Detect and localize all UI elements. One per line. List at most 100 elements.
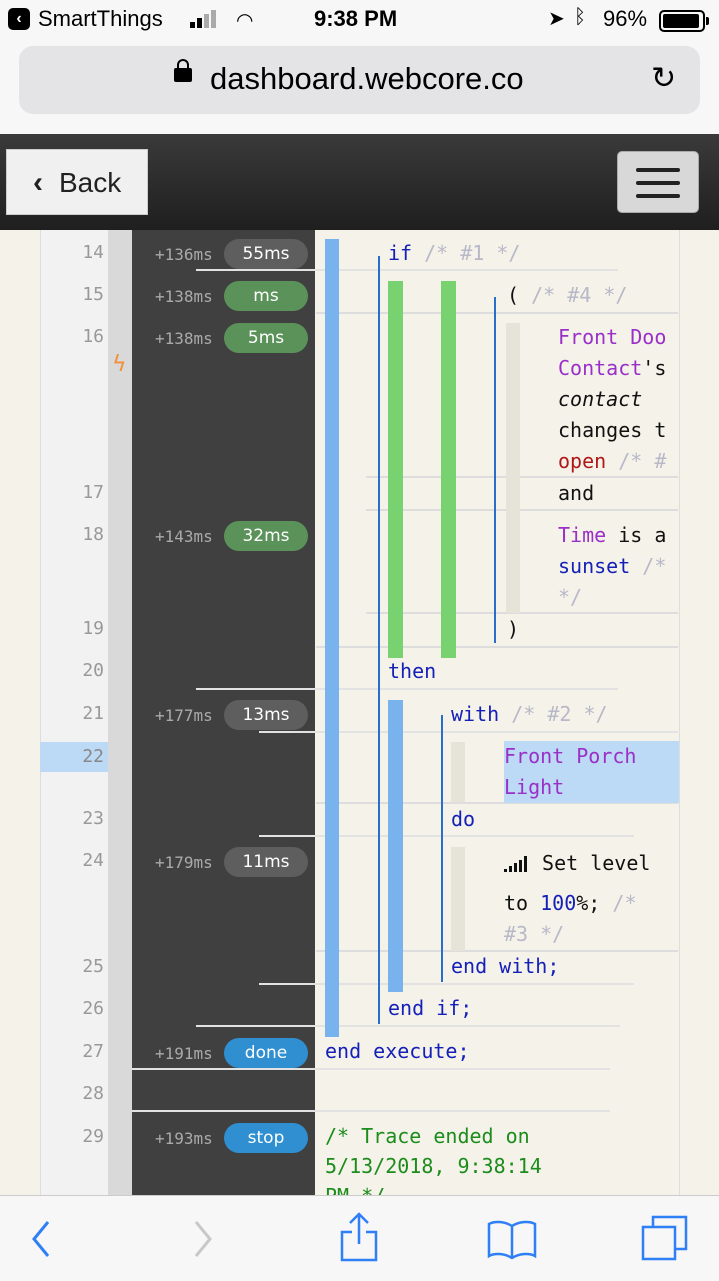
location-arrow-icon: ➤ xyxy=(548,8,565,30)
timestamp: +193ms xyxy=(155,1129,213,1148)
execution-bar xyxy=(388,700,403,992)
code-line-24: Set level xyxy=(504,848,650,879)
duration-badge: 32ms xyxy=(224,521,308,551)
line-number: 27 xyxy=(82,1041,104,1062)
line-number: 26 xyxy=(82,998,104,1019)
line-number-active: 22 xyxy=(40,742,108,772)
return-app-name[interactable]: SmartThings xyxy=(38,6,163,32)
code-line-18: Time is a xyxy=(558,523,667,547)
duration-badge: 13ms xyxy=(224,700,308,730)
status-bar: ‹ SmartThings ◠ 9:38 PM ➤ ᛒ 96% xyxy=(0,0,719,40)
code-line-23: do xyxy=(451,807,476,831)
status-badge-stop: stop xyxy=(224,1123,308,1153)
code-line-19: ) xyxy=(507,617,520,641)
code-line-15: ( /* #4 */ xyxy=(507,283,628,307)
line-number: 18 xyxy=(82,524,104,545)
divider xyxy=(259,835,634,837)
line-number: 23 xyxy=(82,808,104,829)
divider xyxy=(259,731,678,733)
battery-percent: 96% xyxy=(603,6,648,31)
code-line-26: end if; xyxy=(388,996,473,1020)
divider xyxy=(316,312,678,314)
back-arrow-icon[interactable] xyxy=(28,1218,54,1260)
app-nav-bar: ‹ Back xyxy=(0,134,719,230)
line-number: 25 xyxy=(82,956,104,977)
back-button-label: Back xyxy=(59,167,122,198)
divider xyxy=(132,1110,610,1112)
clock: 9:38 PM xyxy=(314,6,398,31)
forward-arrow-icon[interactable] xyxy=(190,1218,216,1260)
line-number: 14 xyxy=(82,242,104,263)
line-number: 21 xyxy=(82,703,104,724)
line-number: 16 xyxy=(82,326,104,347)
code-line-20: then xyxy=(388,659,437,683)
line-number: 20 xyxy=(82,660,104,681)
action-block xyxy=(451,847,465,951)
timestamp: +191ms xyxy=(155,1044,213,1063)
code-line-17: and xyxy=(558,481,595,505)
lock-icon xyxy=(174,59,192,82)
wifi-icon: ◠ xyxy=(236,10,254,32)
nesting-line xyxy=(441,715,443,982)
back-to-app-icon[interactable]: ‹ xyxy=(8,8,30,30)
divider xyxy=(366,509,678,511)
chevron-left-icon: ‹ xyxy=(33,166,43,199)
address-bar[interactable]: dashboard.webcore.co ↻ xyxy=(19,46,700,114)
code-line-18c: */ xyxy=(558,585,583,609)
bluetooth-icon: ᛒ xyxy=(574,6,586,28)
code-line-14: if /* #1 */ xyxy=(388,241,521,265)
nesting-line xyxy=(378,256,380,1024)
code-line-21: with /* #2 */ xyxy=(451,702,608,726)
code-line-27: end execute; xyxy=(325,1039,470,1063)
share-icon[interactable] xyxy=(338,1210,380,1262)
browser-toolbar xyxy=(0,1195,719,1281)
code-line-22[interactable]: Front Porch xyxy=(504,741,679,772)
divider xyxy=(259,983,634,985)
divider xyxy=(196,1025,620,1027)
code-line-18b: sunset /* xyxy=(558,554,667,578)
reload-icon[interactable]: ↻ xyxy=(651,64,676,94)
set-level-icon xyxy=(504,854,530,872)
code-line-22b[interactable]: Light xyxy=(504,772,679,803)
duration-badge: 55ms xyxy=(224,239,308,269)
trace-view[interactable]: ϟ 14 15 16 17 18 19 20 21 22 23 24 25 26… xyxy=(0,230,719,1195)
hamburger-icon xyxy=(636,168,680,172)
timestamp: +136ms xyxy=(155,245,213,264)
back-button[interactable]: ‹ Back xyxy=(6,149,148,215)
lightning-icon: ϟ xyxy=(112,352,127,377)
divider xyxy=(366,612,678,614)
divider xyxy=(316,646,678,648)
execution-bar xyxy=(325,239,339,1037)
divider xyxy=(196,269,618,271)
url-text[interactable]: dashboard.webcore.co xyxy=(210,61,524,97)
browser-address-area: dashboard.webcore.co ↻ xyxy=(0,40,719,135)
timestamp: +143ms xyxy=(155,527,213,546)
line-number: 19 xyxy=(82,618,104,639)
code-line-16e: open /* # xyxy=(558,449,667,473)
line-number: 28 xyxy=(82,1083,104,1104)
timestamp: +138ms xyxy=(155,329,213,348)
line-number: 29 xyxy=(82,1126,104,1147)
timestamp: +138ms xyxy=(155,287,213,306)
divider xyxy=(132,1068,610,1070)
menu-button[interactable] xyxy=(617,151,699,213)
device-block xyxy=(451,742,465,802)
line-number: 15 xyxy=(82,284,104,305)
bookmarks-icon[interactable] xyxy=(486,1218,538,1260)
condition-block xyxy=(506,323,520,613)
duration-badge: ms xyxy=(224,281,308,311)
status-badge-done: done xyxy=(224,1038,308,1068)
tabs-icon[interactable] xyxy=(640,1214,690,1262)
duration-badge: 5ms xyxy=(224,323,308,353)
battery-icon xyxy=(659,10,709,32)
code-line-16c: contact xyxy=(558,387,643,411)
line-number: 17 xyxy=(82,482,104,503)
cellular-signal-icon xyxy=(190,10,222,28)
duration-badge: 11ms xyxy=(224,847,308,877)
divider xyxy=(196,688,618,690)
nesting-line xyxy=(494,297,496,643)
code-line-24c: #3 */ xyxy=(504,922,565,946)
code-line-16b: Contact's xyxy=(558,356,667,380)
timestamp: +177ms xyxy=(155,706,213,725)
code-line-16: Front Doo xyxy=(558,325,667,349)
